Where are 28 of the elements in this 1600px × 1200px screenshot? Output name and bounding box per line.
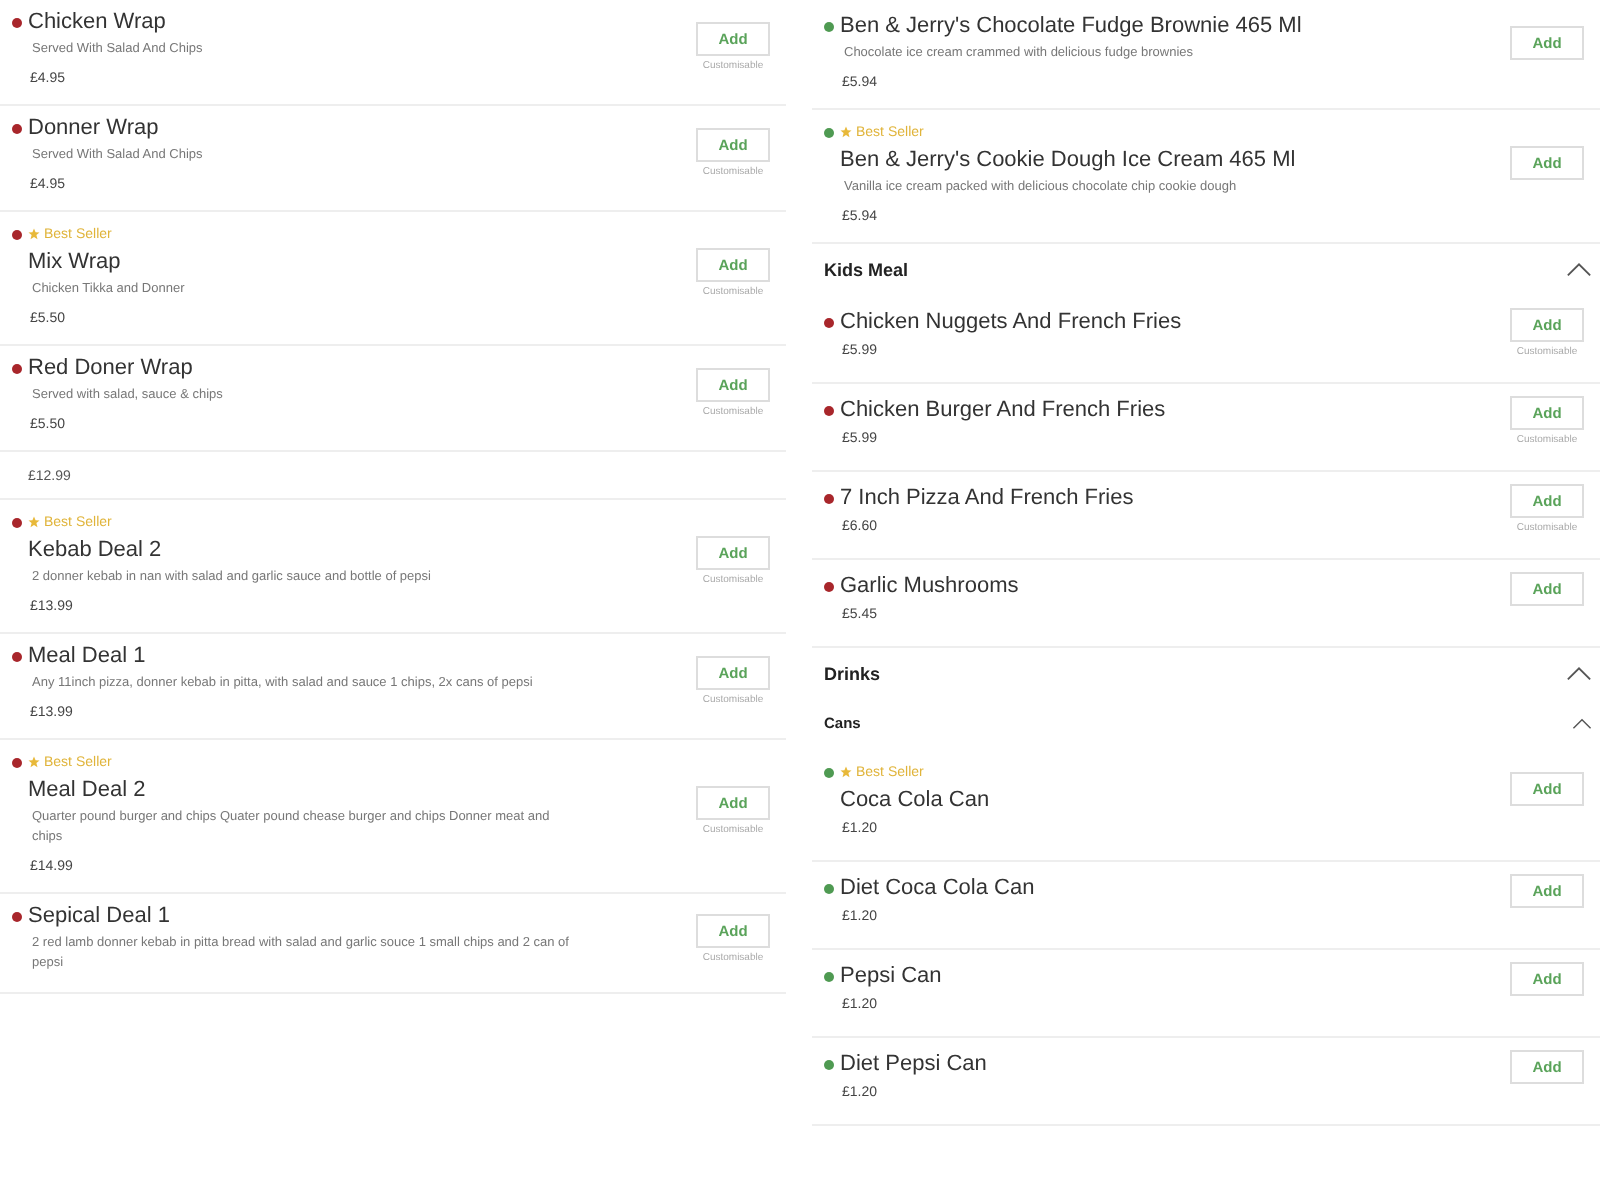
item-name: Chicken Burger And French Fries bbox=[840, 398, 1166, 422]
category-title: Drinks bbox=[824, 664, 881, 684]
item-name: Diet Pepsi Can bbox=[840, 1052, 987, 1076]
star-icon bbox=[840, 766, 852, 778]
star-icon bbox=[840, 126, 852, 138]
item-name: Mix Wrap bbox=[28, 248, 123, 276]
item-name: Garlic Mushrooms bbox=[840, 574, 1019, 598]
item-name: Ben & Jerry's Chocolate Fudge Brownie 465 Ml bbox=[840, 14, 1302, 38]
category-title: Kids Meal bbox=[824, 260, 909, 280]
star-icon bbox=[28, 228, 40, 240]
item-name: Meal Deal 1 bbox=[28, 644, 146, 668]
item-name: 7 Inch Pizza And French Fries bbox=[840, 486, 1134, 510]
item-name: Coca Cola Can bbox=[840, 786, 990, 814]
item-name: Donner Wrap bbox=[28, 116, 159, 140]
chevron-icon[interactable] bbox=[1566, 666, 1592, 682]
star-icon bbox=[28, 516, 40, 528]
item-name: Meal Deal 2 bbox=[28, 776, 148, 804]
item-name: Kebab Deal 2 bbox=[28, 536, 164, 564]
chevron-icon[interactable] bbox=[1572, 717, 1592, 729]
item-name: Pepsi Can bbox=[840, 964, 942, 988]
item-name: Ben & Jerry's Cookie Dough Ice Cream 465 Ml bbox=[840, 146, 1296, 174]
star-icon bbox=[28, 756, 40, 768]
item-name: Chicken Nuggets And French Fries bbox=[840, 310, 1182, 334]
item-name: Red Doner Wrap bbox=[28, 356, 193, 380]
chevron-icon[interactable] bbox=[1566, 262, 1592, 278]
item-name: Diet Coca Cola Can bbox=[840, 876, 1035, 900]
item-name: Chicken Wrap bbox=[28, 10, 166, 34]
item-name: Sepical Deal 1 bbox=[28, 904, 170, 928]
